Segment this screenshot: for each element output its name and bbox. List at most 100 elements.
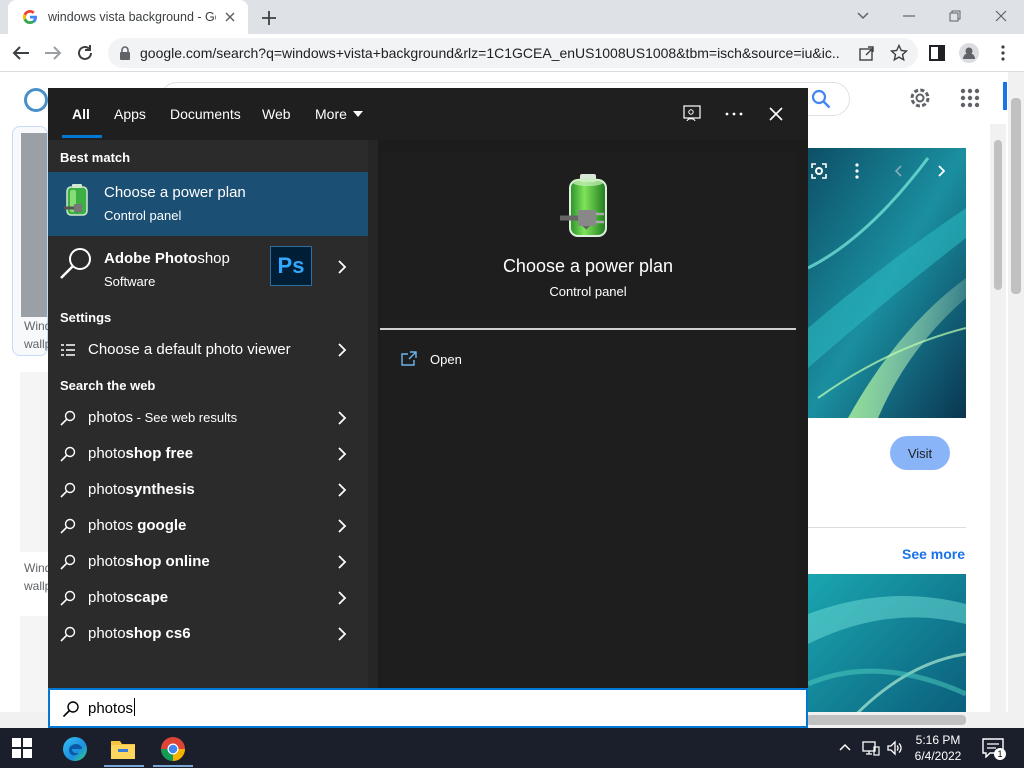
- chevron-right-icon[interactable]: [336, 591, 348, 605]
- web-result-item[interactable]: photoshop online: [48, 545, 368, 579]
- web-result-item[interactable]: photosynthesis: [48, 473, 368, 507]
- chrome-browser-icon[interactable]: [160, 736, 186, 762]
- previous-image-icon[interactable]: [888, 160, 910, 182]
- network-icon[interactable]: [862, 739, 880, 757]
- web-result-item[interactable]: photos - See web results: [48, 401, 368, 435]
- browser-tab[interactable]: windows vista background - Google Search: [8, 0, 248, 34]
- tab-all[interactable]: All: [72, 88, 90, 140]
- chevron-right-icon[interactable]: [336, 555, 348, 569]
- minimize-window-icon[interactable]: [898, 6, 920, 26]
- chrome-running-indicator: [153, 765, 193, 767]
- related-vista-image: [808, 574, 966, 734]
- chevron-right-icon[interactable]: [336, 519, 348, 533]
- windows-start-icon[interactable]: [12, 738, 32, 758]
- google-favicon-icon: [22, 10, 37, 25]
- edge-browser-icon[interactable]: [62, 736, 88, 762]
- app-result-title: Adobe Photoshop: [104, 250, 230, 267]
- google-apps-icon[interactable]: [958, 86, 982, 110]
- search-input[interactable]: photos: [88, 698, 136, 717]
- web-result-item[interactable]: photoshop free: [48, 437, 368, 471]
- preview-image[interactable]: [808, 148, 966, 418]
- vista-wallpaper-image: [808, 148, 966, 418]
- divider: [808, 527, 966, 528]
- next-image-icon[interactable]: [930, 160, 952, 182]
- image-preview-panel: Visit See more: [808, 124, 990, 734]
- tab-more[interactable]: More: [315, 88, 363, 140]
- feedback-icon[interactable]: [680, 102, 704, 126]
- web-result-typed: photo: [88, 625, 126, 642]
- image-result-thumbnail[interactable]: [20, 372, 50, 552]
- back-icon[interactable]: [10, 42, 32, 64]
- web-result-text: photoshop cs6: [88, 625, 191, 642]
- search-icon[interactable]: [810, 88, 832, 110]
- chevron-right-icon[interactable]: [336, 343, 348, 357]
- search-query-text: photos: [88, 700, 134, 717]
- web-result-typed: photo: [88, 553, 126, 570]
- volume-icon[interactable]: [886, 739, 904, 757]
- search-icon: [60, 410, 76, 426]
- chevron-right-icon[interactable]: [336, 447, 348, 461]
- file-explorer-icon[interactable]: [110, 736, 136, 762]
- see-more-link[interactable]: See more: [902, 546, 965, 562]
- close-tab-icon[interactable]: [222, 9, 238, 25]
- forward-icon[interactable]: [42, 42, 64, 64]
- lens-icon[interactable]: [808, 160, 830, 182]
- active-tab-indicator: [62, 135, 102, 138]
- lock-icon[interactable]: [118, 46, 132, 60]
- chevron-right-icon[interactable]: [336, 627, 348, 641]
- restore-window-icon[interactable]: [944, 6, 966, 26]
- web-result-text: photos google: [88, 517, 186, 534]
- chevron-right-icon[interactable]: [336, 483, 348, 497]
- explorer-running-indicator: [104, 765, 144, 767]
- chevron-right-icon[interactable]: [336, 411, 348, 425]
- new-tab-icon[interactable]: [258, 7, 280, 29]
- show-hidden-icons-chevron-icon[interactable]: [838, 739, 852, 757]
- tab-web[interactable]: Web: [262, 88, 291, 140]
- share-icon[interactable]: [856, 42, 878, 64]
- web-result-item[interactable]: photoshop cs6: [48, 617, 368, 651]
- image-result-title[interactable]: Windows: [24, 319, 48, 333]
- more-options-icon[interactable]: [722, 102, 746, 126]
- url-text[interactable]: google.com/search?q=windows+vista+backgr…: [140, 45, 840, 61]
- search-input-box[interactable]: photos: [48, 688, 808, 728]
- tab-search-icon[interactable]: [852, 6, 874, 26]
- address-bar[interactable]: google.com/search?q=windows+vista+backgr…: [108, 38, 918, 68]
- browser-menu-icon[interactable]: [992, 42, 1014, 64]
- page-scrollbar-thumb[interactable]: [1011, 98, 1021, 294]
- visit-button[interactable]: Visit: [890, 436, 950, 470]
- tab-title: windows vista background - Google Search: [48, 10, 216, 24]
- best-match-header: Best match: [60, 150, 131, 165]
- taskbar-clock[interactable]: 5:16 PM 6/4/2022: [908, 732, 968, 764]
- best-match-item[interactable]: Choose a power plan Control panel: [48, 172, 368, 236]
- web-result-item[interactable]: photoscape: [48, 581, 368, 615]
- image-result-source[interactable]: wallpa: [24, 579, 48, 593]
- close-icon[interactable]: [764, 102, 788, 126]
- open-action[interactable]: Open: [400, 348, 462, 370]
- reload-icon[interactable]: [74, 42, 96, 64]
- horizontal-scrollbar-thumb[interactable]: [806, 715, 966, 725]
- chevron-right-icon[interactable]: [336, 260, 348, 274]
- settings-item-label: Choose a default photo viewer: [88, 341, 291, 358]
- bookmark-star-icon[interactable]: [888, 42, 910, 64]
- app-result-photoshop[interactable]: Adobe Photoshop Software Ps: [48, 238, 368, 298]
- web-result-typed: photo: [88, 481, 126, 498]
- related-image[interactable]: [808, 574, 966, 734]
- web-result-item[interactable]: photos google: [48, 509, 368, 543]
- image-result-source[interactable]: wallpa: [24, 337, 48, 351]
- results-scrollbar-thumb[interactable]: [994, 140, 1002, 290]
- side-panel-icon[interactable]: [926, 42, 948, 64]
- result-preview-pane: Choose a power plan Control panel Open: [368, 140, 808, 688]
- more-options-icon[interactable]: [846, 160, 868, 182]
- settings-gear-icon[interactable]: [908, 86, 932, 110]
- settings-item-default-photo-viewer[interactable]: Choose a default photo viewer: [48, 333, 368, 367]
- tab-documents[interactable]: Documents: [170, 88, 241, 140]
- tab-apps[interactable]: Apps: [114, 88, 146, 140]
- profile-avatar-icon[interactable]: [958, 42, 980, 64]
- battery-power-plan-icon: [64, 184, 88, 216]
- web-result-typed: photos: [88, 517, 134, 534]
- google-logo[interactable]: [24, 88, 48, 112]
- image-result-thumbnail[interactable]: [21, 133, 47, 317]
- image-result-title[interactable]: Windows: [24, 561, 48, 575]
- close-window-icon[interactable]: [990, 6, 1012, 26]
- web-result-suffix: - See web results: [133, 410, 238, 425]
